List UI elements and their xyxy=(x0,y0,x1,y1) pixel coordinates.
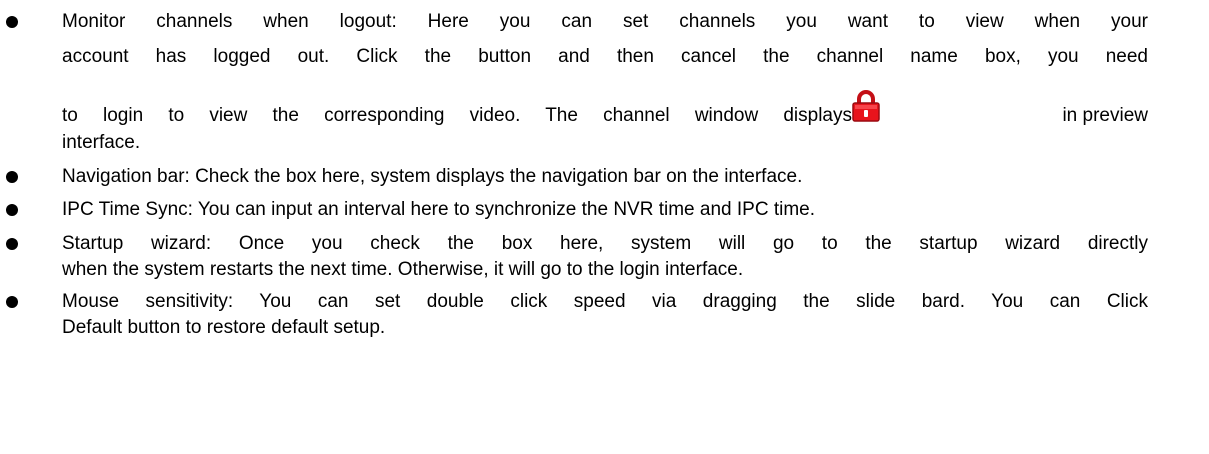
lock-icon xyxy=(852,90,880,122)
bullet-line: to login to view the corresponding video… xyxy=(62,90,1148,128)
bullet-line-text: to login to view the corresponding video… xyxy=(62,105,852,126)
bullet-dot xyxy=(6,296,18,308)
bullet-dot xyxy=(6,171,18,183)
bullet-line-text: in preview xyxy=(1062,105,1148,126)
bullet-line: interface. xyxy=(62,132,141,153)
bullet-line: IPC Time Sync: You can input an interval… xyxy=(62,199,815,220)
bullet-dot xyxy=(6,204,18,216)
bullet-dot xyxy=(6,16,18,28)
bullet-line: Startup wizard: Once you check the box h… xyxy=(62,233,1148,254)
bullet-line: Monitor channels when logout: Here you c… xyxy=(62,11,1148,32)
bullet-line: when the system restarts the next time. … xyxy=(62,259,744,280)
bullet-line: Navigation bar: Check the box here, syst… xyxy=(62,166,803,187)
bullet-line: Default button to restore default setup. xyxy=(62,317,386,338)
bullet-line: Mouse sensitivity: You can set double cl… xyxy=(62,291,1148,312)
bullet-line: account has logged out. Click the button… xyxy=(62,46,1148,67)
bullet-dot xyxy=(6,238,18,250)
